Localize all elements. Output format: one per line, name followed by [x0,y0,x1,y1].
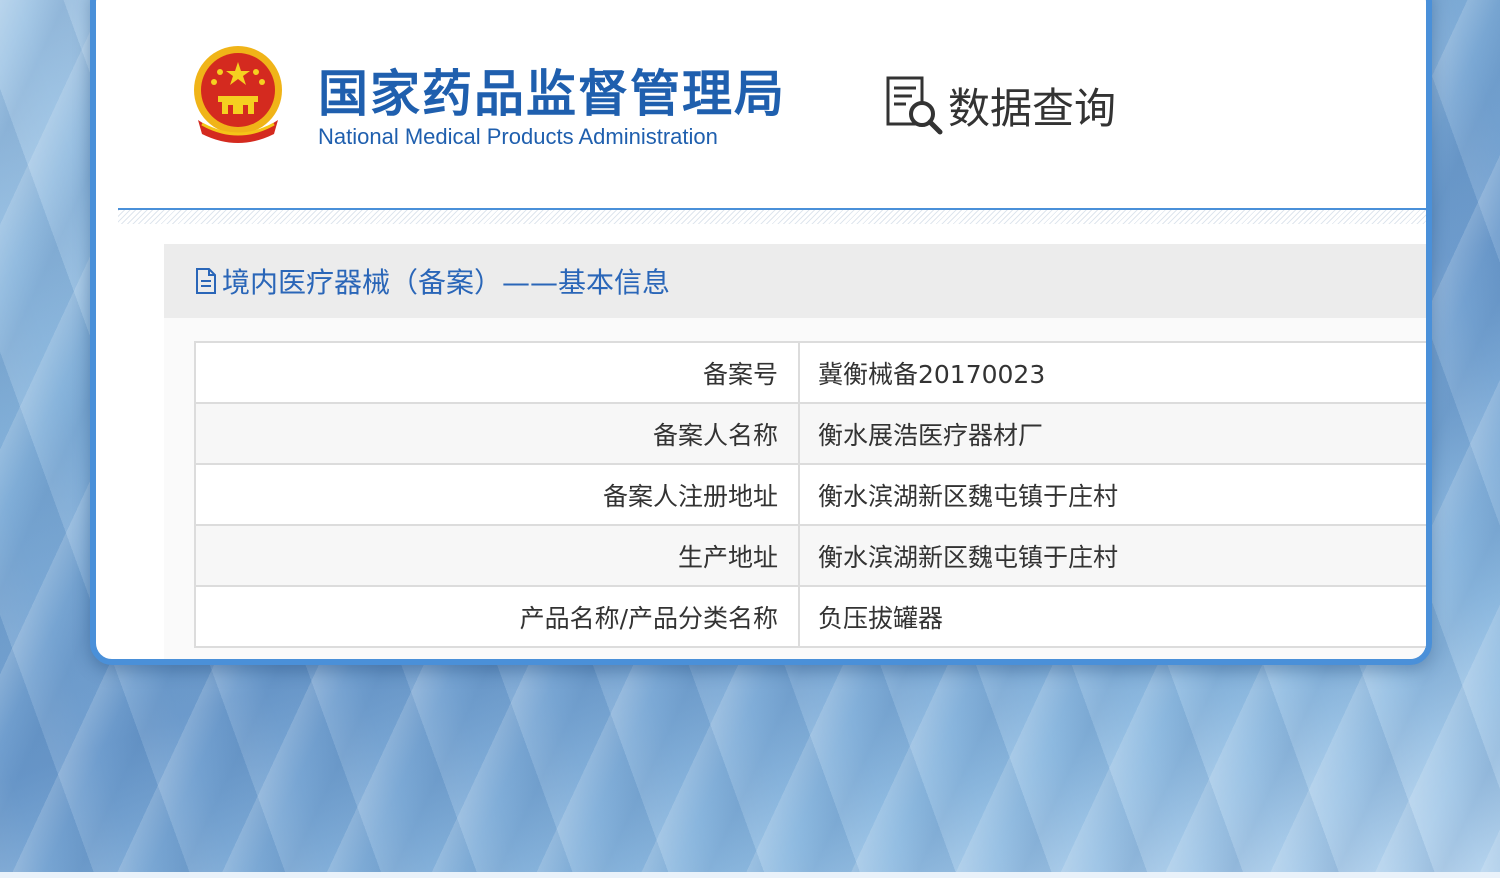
field-value: 负压拔罐器 [798,585,1426,648]
panel-header: 境内医疗器械（备案）——基本信息 [164,244,1426,318]
document-search-icon [886,76,943,135]
field-label: 备案号 [194,341,800,404]
table-row: 生产地址 衡水滨湖新区魏屯镇于庄村 [194,524,1426,587]
field-label: 生产地址 [194,524,800,587]
header-divider [118,208,1426,224]
table-row: 备案号 冀衡械备20170023 [194,341,1426,404]
agency-name-en: National Medical Products Administration [318,124,718,149]
field-value: 衡水展浩医疗器材厂 [798,402,1426,465]
field-value: 衡水滨湖新区魏屯镇于庄村 [798,463,1426,526]
field-value: 衡水滨湖新区魏屯镇于庄村 [798,524,1426,587]
agency-name-cn: 国家药品监督管理局 [318,65,786,123]
table-row: 备案人注册地址 衡水滨湖新区魏屯镇于庄村 [194,463,1426,526]
document-icon [196,268,216,294]
table-row: 备案人名称 衡水展浩医疗器材厂 [194,402,1426,465]
table-row: 产品名称/产品分类名称 负压拔罐器 [194,585,1426,648]
page-bottom-strip [0,872,1500,878]
data-query-label: 数据查询 [948,83,1117,133]
field-value: 冀衡械备20170023 [798,341,1426,404]
data-query-title: 数据查询 [884,74,1116,136]
record-table: 备案号 冀衡械备20170023 备案人名称 衡水展浩医疗器材厂 备案人注册地址… [194,341,1426,648]
field-label: 产品名称/产品分类名称 [194,585,800,648]
content-card: 国家药品监督管理局 National Medical Products Admi… [90,0,1432,665]
national-emblem-icon [188,44,288,152]
field-label: 备案人名称 [194,402,800,465]
panel-title: 境内医疗器械（备案）——基本信息 [222,266,671,299]
field-label: 备案人注册地址 [194,463,800,526]
info-panel: 境内医疗器械（备案）——基本信息 备案号 冀衡械备20170023 备案人名称 … [164,244,1426,659]
